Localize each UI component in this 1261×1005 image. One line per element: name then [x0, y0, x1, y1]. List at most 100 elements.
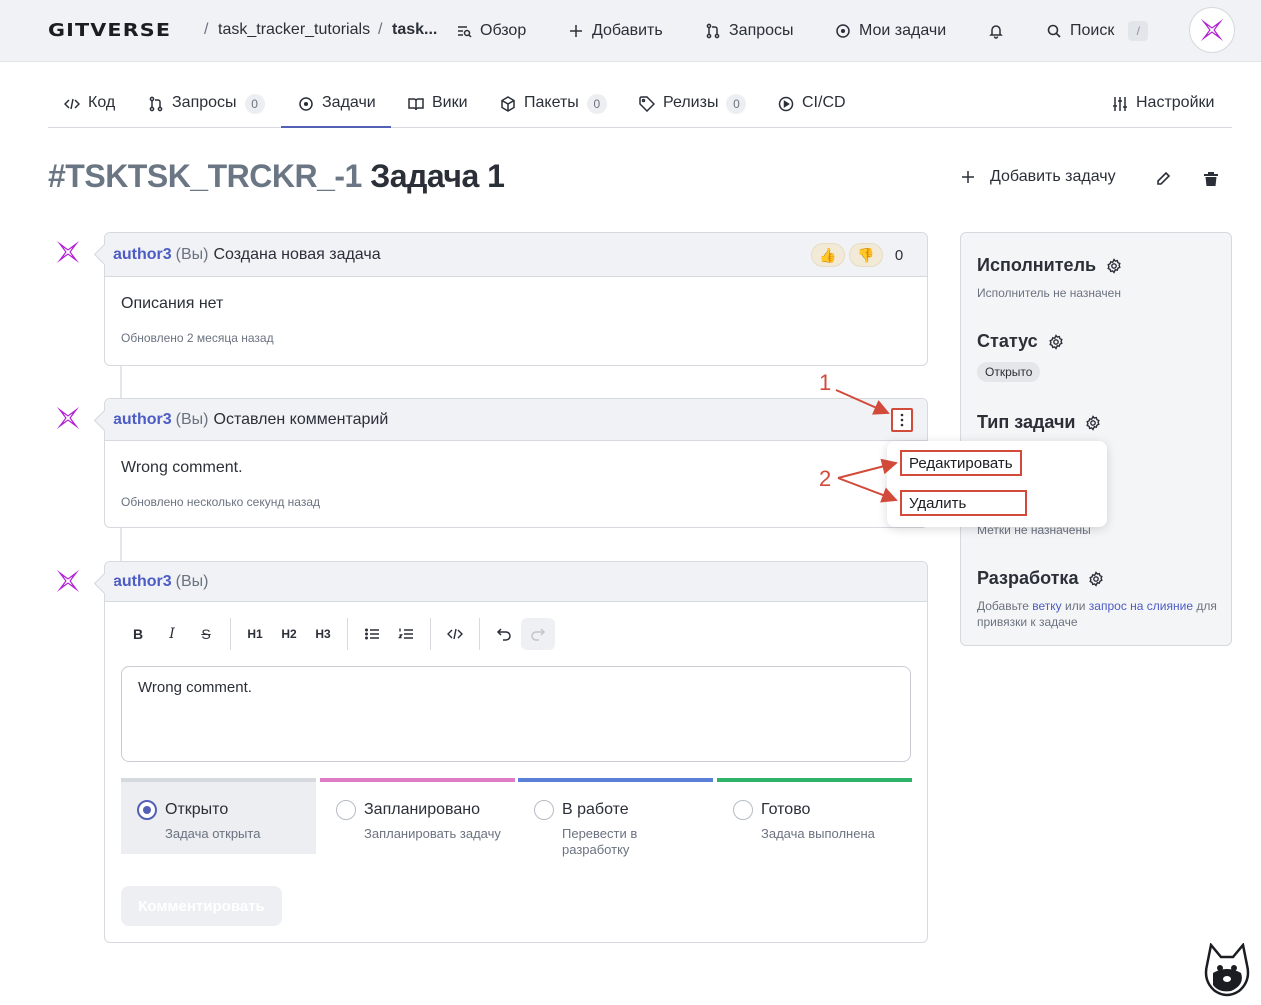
status-option-in-progress[interactable]: В работе Перевести в разработку — [518, 778, 713, 857]
thumbs-down-button[interactable]: 👎 — [849, 243, 883, 267]
requests-count: 0 — [244, 94, 265, 114]
requests-button[interactable]: Запросы — [705, 19, 794, 43]
book-icon — [408, 96, 424, 112]
releases-count: 0 — [726, 94, 747, 114]
card-action: Оставлен комментарий — [213, 410, 389, 428]
edit-comment-menu-item[interactable]: Редактировать — [900, 450, 1022, 476]
delete-comment-menu-item[interactable]: Удалить — [900, 490, 1027, 516]
code-button[interactable] — [438, 618, 472, 650]
tab-packages-label: Пакеты — [524, 94, 579, 111]
gear-icon[interactable] — [1048, 333, 1064, 350]
editor-toolbar: B I S H1 H2 H3 — [121, 618, 555, 650]
heading2-button[interactable]: H2 — [272, 618, 306, 650]
issue-sidebar: Исполнитель Исполнитель не назначен Стат… — [960, 232, 1232, 646]
submit-comment-button[interactable]: Комментировать — [121, 886, 282, 926]
numbered-list-button[interactable] — [389, 618, 423, 650]
status-badge: Открыто — [977, 362, 1041, 382]
pull-request-icon — [148, 96, 164, 112]
tab-issues[interactable]: Задачи — [281, 94, 391, 128]
status-option-open[interactable]: Открыто Задача открыта — [121, 778, 316, 854]
card-header: author3 (Вы) Оставлен комментарий — [105, 399, 927, 441]
status-option-desc: Задача открыта — [165, 826, 261, 841]
status-heading: Статус — [977, 331, 1064, 352]
delete-issue-button[interactable] — [1200, 168, 1222, 190]
overview-label: Обзор — [480, 22, 527, 39]
gear-icon[interactable] — [1085, 414, 1101, 431]
breadcrumb-repo[interactable]: task... — [392, 21, 437, 39]
author-link[interactable]: author3 — [113, 573, 172, 591]
radio-selected[interactable] — [137, 800, 157, 820]
search-label: Поиск — [1070, 22, 1115, 39]
tab-settings[interactable]: Настройки — [1112, 94, 1214, 128]
tab-requests[interactable]: Запросы 0 — [148, 94, 265, 128]
radio[interactable] — [733, 800, 753, 820]
edit-issue-button[interactable] — [1152, 168, 1174, 190]
card-body: Wrong comment. Обновлено несколько секун… — [105, 441, 927, 527]
card-text: Описания нет — [121, 295, 224, 312]
bold-button[interactable]: B — [121, 618, 155, 650]
tab-cicd[interactable]: CI/CD — [778, 94, 846, 128]
help-mascot-icon[interactable] — [1201, 942, 1253, 997]
undo-button[interactable] — [487, 618, 521, 650]
status-option-label: Открыто — [165, 801, 229, 818]
gear-icon[interactable] — [1088, 570, 1104, 587]
status-option-desc: Задача выполнена — [761, 826, 875, 841]
card-text: Wrong comment. — [121, 459, 243, 476]
status-option-planned[interactable]: Запланировано Запланировать задачу — [320, 778, 515, 854]
search-icon — [1046, 23, 1062, 39]
tab-issues-label: Задачи — [322, 94, 376, 111]
reactions: 👍 👎 0 — [811, 243, 911, 267]
tab-releases[interactable]: Релизы 0 — [639, 94, 747, 128]
toolbar-divider — [230, 618, 231, 650]
notifications-button[interactable] — [988, 19, 1004, 43]
user-avatar[interactable] — [1189, 7, 1235, 53]
gitverse-logo[interactable]: GITVERSE — [48, 20, 171, 41]
add-button[interactable]: Добавить — [568, 19, 663, 43]
status-title: Статус — [977, 331, 1038, 351]
status-option-label: В работе — [562, 801, 629, 818]
comment-context-menu: Редактировать Удалить — [887, 441, 1107, 527]
issue-icon — [298, 96, 314, 112]
overview-button[interactable]: Обзор — [456, 19, 526, 43]
author-link[interactable]: author3 — [113, 411, 172, 429]
numbered-list-icon — [398, 626, 414, 642]
tab-requests-label: Запросы — [172, 94, 237, 111]
toolbar-divider — [479, 618, 480, 650]
assignee-empty: Исполнитель не назначен — [977, 286, 1121, 300]
tab-wiki[interactable]: Вики — [408, 94, 468, 128]
add-task-label: Добавить задачу — [990, 168, 1116, 185]
author-link[interactable]: author3 — [113, 246, 172, 264]
comment-menu-button[interactable] — [891, 408, 913, 432]
bell-icon — [988, 23, 1004, 39]
my-tasks-button[interactable]: Мои задачи — [835, 19, 946, 43]
italic-button[interactable]: I — [155, 618, 189, 650]
comment-textarea[interactable]: Wrong comment. — [121, 666, 911, 762]
search-shortcut-key: / — [1128, 21, 1149, 41]
search-button[interactable]: Поиск / — [1046, 19, 1149, 43]
development-hint: Добавьте ветку или запрос на слияние для… — [977, 598, 1221, 630]
gear-icon[interactable] — [1106, 257, 1122, 274]
breadcrumb-repo-owner[interactable]: task_tracker_tutorials — [218, 21, 370, 39]
strike-button[interactable]: S — [189, 618, 223, 650]
card-updated: Обновлено несколько секунд назад — [121, 495, 321, 509]
tab-packages[interactable]: Пакеты 0 — [500, 94, 607, 128]
heading1-button[interactable]: H1 — [238, 618, 272, 650]
card-body: Описания нет Обновлено 2 месяца назад — [105, 277, 927, 363]
author-avatar[interactable] — [54, 238, 82, 266]
merge-request-link[interactable]: запрос на слияние — [1089, 599, 1193, 613]
add-task-button[interactable]: Добавить задачу — [960, 168, 1116, 186]
branch-link[interactable]: ветку — [1032, 599, 1061, 613]
bullet-list-button[interactable] — [355, 618, 389, 650]
status-option-label: Запланировано — [364, 801, 480, 818]
radio[interactable] — [534, 800, 554, 820]
author-avatar[interactable] — [54, 567, 82, 595]
status-option-done[interactable]: Готово Задача выполнена — [717, 778, 912, 854]
code-icon — [447, 626, 463, 642]
thumbs-up-button[interactable]: 👍 — [811, 243, 845, 267]
heading3-button[interactable]: H3 — [306, 618, 340, 650]
tab-code[interactable]: Код — [64, 94, 115, 128]
redo-button[interactable] — [521, 618, 555, 650]
card-updated: Обновлено 2 месяца назад — [121, 331, 274, 345]
author-avatar[interactable] — [54, 404, 82, 432]
radio[interactable] — [336, 800, 356, 820]
